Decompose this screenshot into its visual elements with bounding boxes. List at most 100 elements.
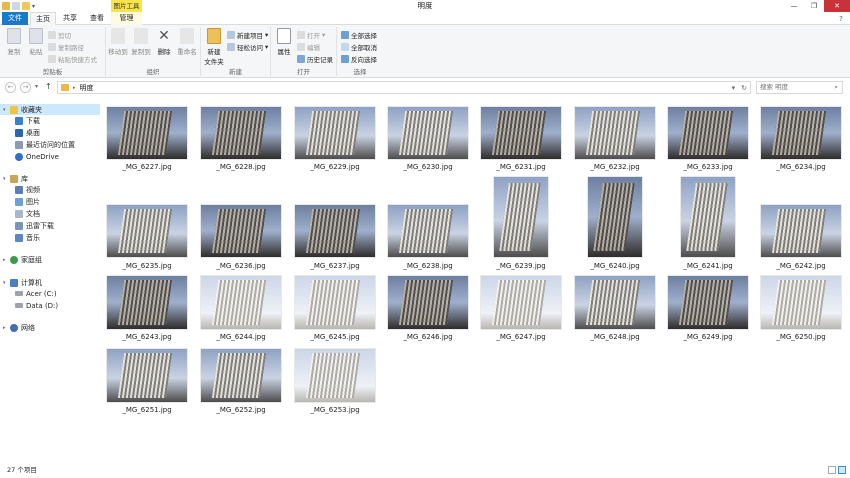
recent-locations-icon[interactable]: ▾ <box>35 83 38 90</box>
file-thumbnail[interactable] <box>294 106 376 160</box>
maximize-button[interactable]: ❐ <box>804 0 824 12</box>
file-name[interactable]: _MG_6244.jpg <box>196 333 286 341</box>
help-icon[interactable]: ? <box>836 14 846 23</box>
file-name[interactable]: _MG_6228.jpg <box>196 163 286 171</box>
file-name[interactable]: _MG_6250.jpg <box>756 333 846 341</box>
copy-button[interactable]: 复制 <box>3 28 25 56</box>
nav-homegroup[interactable]: ▸ 家庭组 <box>3 254 42 265</box>
file-name[interactable]: _MG_6230.jpg <box>383 163 473 171</box>
edit-button[interactable]: 编辑 <box>297 42 320 52</box>
address-bar[interactable]: ▸ 明度 ▾ ↻ <box>57 81 751 94</box>
nav-videos[interactable]: 视频 <box>15 184 40 195</box>
invert-selection-button[interactable]: 反向选择 <box>341 54 377 64</box>
tab-share[interactable]: 共享 <box>57 12 83 25</box>
move-to-button[interactable]: 移动到 <box>107 28 129 56</box>
file-name[interactable]: _MG_6252.jpg <box>196 406 286 414</box>
forward-button[interactable]: → <box>20 82 31 93</box>
file-name[interactable]: _MG_6245.jpg <box>290 333 380 341</box>
address-dropdown-icon[interactable]: ▾ <box>732 84 736 92</box>
up-arrow-icon[interactable]: ↑ <box>45 82 52 91</box>
open-button[interactable]: 打开 ▾ <box>297 30 325 40</box>
file-thumbnail[interactable] <box>493 176 549 258</box>
select-all-button[interactable]: 全部选择 <box>341 30 377 40</box>
rename-button[interactable]: 重命名 <box>176 28 198 56</box>
refresh-icon[interactable]: ↻ <box>741 84 747 92</box>
nav-drive-c[interactable]: Acer (C:) <box>15 288 57 299</box>
copy-to-button[interactable]: 复制到 <box>130 28 152 56</box>
file-name[interactable]: _MG_6229.jpg <box>290 163 380 171</box>
file-thumbnail[interactable] <box>106 106 188 160</box>
file-thumbnail[interactable] <box>480 106 562 160</box>
search-icon[interactable]: ⌕ <box>834 82 838 93</box>
tab-view[interactable]: 查看 <box>84 12 110 25</box>
copy-path-button[interactable]: 复制路径 <box>48 42 84 52</box>
file-thumbnail[interactable] <box>200 106 282 160</box>
history-button[interactable]: 历史记录 <box>297 54 333 64</box>
file-name[interactable]: _MG_6251.jpg <box>102 406 192 414</box>
nav-onedrive[interactable]: OneDrive <box>15 151 59 162</box>
back-button[interactable]: ← <box>5 82 16 93</box>
file-thumbnail[interactable] <box>760 204 842 258</box>
file-thumbnail[interactable] <box>574 106 656 160</box>
file-thumbnail[interactable] <box>106 275 188 330</box>
file-thumbnail[interactable] <box>387 204 469 258</box>
file-name[interactable]: _MG_6246.jpg <box>383 333 473 341</box>
nav-desktop[interactable]: 桌面 <box>15 127 40 138</box>
nav-drive-d[interactable]: Data (D:) <box>15 300 58 311</box>
file-name[interactable]: _MG_6253.jpg <box>290 406 380 414</box>
tab-file[interactable]: 文件 <box>2 12 28 25</box>
details-view-icon[interactable] <box>828 466 836 474</box>
file-name[interactable]: _MG_6239.jpg <box>476 262 566 270</box>
properties-icon[interactable] <box>12 2 20 10</box>
new-folder-icon[interactable] <box>22 2 30 10</box>
file-name[interactable]: _MG_6236.jpg <box>196 262 286 270</box>
nav-network[interactable]: ▸ 网络 <box>3 322 35 333</box>
file-thumbnail[interactable] <box>106 348 188 403</box>
delete-button[interactable]: ✕ 删除 <box>153 28 175 56</box>
file-thumbnail[interactable] <box>680 176 736 258</box>
paste-shortcut-button[interactable]: 粘贴快捷方式 <box>48 54 97 64</box>
nav-downloads[interactable]: 下载 <box>15 115 40 126</box>
nav-computer[interactable]: ▾ 计算机 <box>3 277 42 288</box>
file-thumbnail[interactable] <box>106 204 188 258</box>
nav-libraries[interactable]: ▾ 库 <box>3 173 28 184</box>
file-name[interactable]: _MG_6242.jpg <box>756 262 846 270</box>
file-name[interactable]: _MG_6233.jpg <box>663 163 753 171</box>
nav-music[interactable]: 音乐 <box>15 232 40 243</box>
file-name[interactable]: _MG_6231.jpg <box>476 163 566 171</box>
minimize-button[interactable]: — <box>784 0 804 12</box>
file-name[interactable]: _MG_6241.jpg <box>663 262 753 270</box>
nav-documents[interactable]: 文档 <box>15 208 40 219</box>
file-thumbnail[interactable] <box>200 204 282 258</box>
file-thumbnail[interactable] <box>587 176 643 258</box>
file-name[interactable]: _MG_6248.jpg <box>570 333 660 341</box>
tab-home[interactable]: 主页 <box>30 12 56 25</box>
file-name[interactable]: _MG_6235.jpg <box>102 262 192 270</box>
large-icons-view-icon[interactable] <box>838 466 846 474</box>
nav-thunder[interactable]: 迅雷下载 <box>15 220 54 231</box>
easy-access-button[interactable]: 轻松访问 ▾ <box>227 42 268 52</box>
folder-icon[interactable] <box>2 2 10 10</box>
file-thumbnail[interactable] <box>294 275 376 330</box>
new-folder-button[interactable]: 新建 文件夹 <box>202 28 226 66</box>
file-thumbnail[interactable] <box>667 275 749 330</box>
nav-favorites[interactable]: ▾ 收藏夹 <box>0 104 100 115</box>
file-thumbnail[interactable] <box>387 106 469 160</box>
file-name[interactable]: _MG_6237.jpg <box>290 262 380 270</box>
file-thumbnail[interactable] <box>574 275 656 330</box>
close-button[interactable]: ✕ <box>824 0 850 12</box>
file-thumbnail[interactable] <box>667 106 749 160</box>
file-thumbnail[interactable] <box>480 275 562 330</box>
paste-button[interactable]: 粘贴 <box>25 28 47 56</box>
file-name[interactable]: _MG_6247.jpg <box>476 333 566 341</box>
file-name[interactable]: _MG_6232.jpg <box>570 163 660 171</box>
file-thumbnail[interactable] <box>200 275 282 330</box>
file-thumbnail[interactable] <box>387 275 469 330</box>
search-input[interactable]: 搜索 明度 ⌕ <box>756 81 843 94</box>
file-name[interactable]: _MG_6238.jpg <box>383 262 473 270</box>
cut-button[interactable]: 剪切 <box>48 30 71 40</box>
file-name[interactable]: _MG_6240.jpg <box>570 262 660 270</box>
properties-button[interactable]: 属性 <box>273 28 295 56</box>
file-name[interactable]: _MG_6234.jpg <box>756 163 846 171</box>
nav-recent[interactable]: 最近访问的位置 <box>15 139 75 150</box>
